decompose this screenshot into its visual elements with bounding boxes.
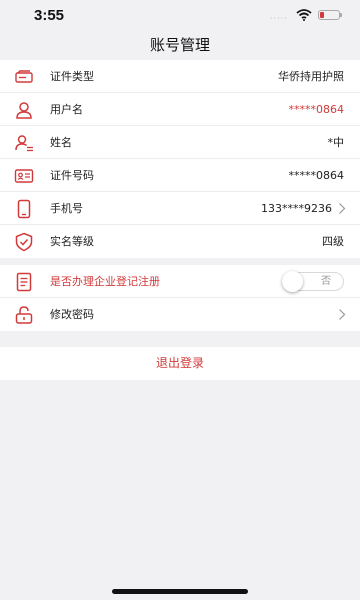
row-label: 是否办理企业登记注册 — [50, 275, 160, 288]
user-list-icon — [15, 135, 33, 152]
row-id-type: 证件类型 华侨持用护照 — [0, 60, 360, 93]
user-icon — [16, 102, 32, 119]
row-enterprise-registration: 是否办理企业登记注册 否 — [0, 265, 360, 298]
phone-icon — [17, 199, 31, 219]
nav-bar: 账号管理 — [0, 30, 360, 60]
signal-icon: ····· — [270, 14, 288, 23]
chevron-right-icon — [339, 309, 346, 320]
row-label: 手机号 — [50, 202, 83, 215]
row-label: 证件号码 — [50, 169, 94, 182]
toggle-knob — [282, 271, 303, 292]
wifi-icon — [296, 9, 312, 21]
document-icon — [16, 272, 32, 292]
row-value: 华侨持用护照 — [278, 70, 344, 83]
row-phone[interactable]: 手机号 133****9236 — [0, 192, 360, 225]
status-time: 3:55 — [34, 7, 65, 24]
row-change-password[interactable]: 修改密码 — [0, 298, 360, 331]
logout-section: 退出登录 — [0, 347, 360, 380]
battery-icon — [318, 10, 342, 20]
row-value: *中 — [327, 136, 345, 149]
row-label: 姓名 — [50, 136, 72, 149]
home-indicator[interactable] — [112, 589, 248, 594]
row-name: 姓名 *中 — [0, 126, 360, 159]
shield-check-icon — [15, 232, 33, 252]
row-username: 用户名 *****0864 — [0, 93, 360, 126]
lock-icon — [15, 306, 33, 324]
row-value: 133****9236 — [261, 202, 332, 215]
page-title: 账号管理 — [149, 36, 210, 54]
enterprise-registration-toggle[interactable]: 否 — [282, 271, 344, 292]
row-value: *****0864 — [288, 169, 345, 182]
account-info-list: 证件类型 华侨持用护照 用户名 *****0864 姓名 *中 证件号码 ***… — [0, 60, 360, 258]
row-verification-level: 实名等级 四级 — [0, 225, 360, 258]
id-card-icon — [15, 70, 33, 83]
row-id-number: 证件号码 *****0864 — [0, 159, 360, 192]
status-bar: 3:55 ····· — [0, 0, 360, 30]
id-number-icon — [14, 169, 34, 183]
toggle-text: 否 — [321, 276, 331, 287]
chevron-right-icon — [339, 203, 346, 214]
row-value: *****0864 — [288, 103, 345, 116]
row-value: 四级 — [322, 235, 344, 248]
row-label: 证件类型 — [50, 70, 94, 83]
logout-button[interactable]: 退出登录 — [0, 347, 360, 380]
row-label: 用户名 — [50, 103, 83, 116]
settings-list: 是否办理企业登记注册 否 修改密码 — [0, 265, 360, 331]
row-label: 实名等级 — [50, 235, 94, 248]
row-label: 修改密码 — [50, 308, 94, 321]
